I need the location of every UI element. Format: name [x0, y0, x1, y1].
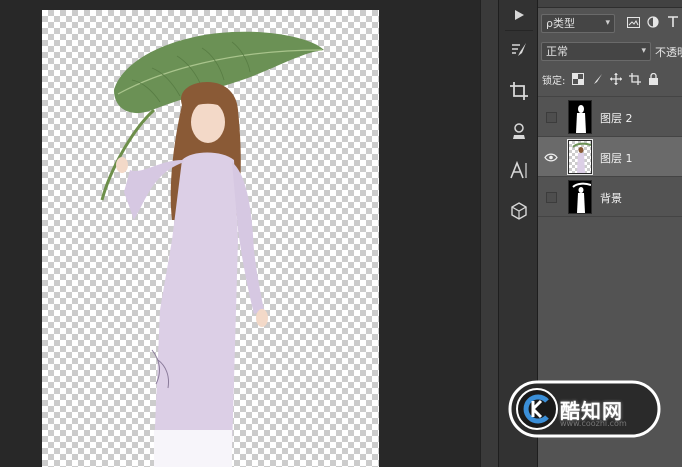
vertical-scrollbar[interactable] [480, 0, 498, 467]
canvas-workspace[interactable] [0, 0, 480, 467]
document-canvas[interactable] [42, 10, 379, 467]
lock-row: 锁定: [542, 70, 660, 88]
visibility-toggle-empty[interactable] [546, 192, 557, 203]
pixel-filter-icon[interactable] [626, 15, 640, 29]
layer-thumbnail [568, 180, 592, 214]
filter-icons [626, 15, 680, 29]
3d-cube-icon[interactable] [504, 196, 534, 226]
stamp-icon[interactable] [504, 116, 534, 146]
layer-row-layer-2[interactable]: 图层 2 [538, 96, 682, 136]
opacity-label[interactable]: 不透明 [655, 44, 682, 60]
lock-all-icon[interactable] [647, 73, 660, 86]
filter-kind-dropdown[interactable]: ρ类型 ▾ [541, 14, 615, 33]
panel-tab-bar [538, 0, 682, 8]
lock-label: 锁定: [542, 75, 566, 87]
type-filter-icon[interactable] [666, 15, 680, 29]
layer-name: 图层 2 [600, 112, 633, 125]
lock-move-icon[interactable] [609, 73, 622, 86]
layer-row-background[interactable]: 背景 [538, 176, 682, 216]
lock-transparent-icon[interactable] [571, 73, 584, 86]
artwork-woman-with-leaf [100, 31, 324, 467]
play-icon[interactable] [504, 0, 534, 30]
layer-row-layer-1[interactable]: 图层 1 [538, 136, 682, 176]
layer-name: 图层 1 [600, 152, 633, 165]
layer-name: 背景 [600, 192, 622, 205]
watermark-url: www.coozhi.com [560, 419, 627, 428]
blend-mode-label: 正常 [546, 45, 568, 58]
lock-artboard-icon[interactable] [628, 73, 641, 86]
blend-mode-dropdown[interactable]: 正常 ▾ [541, 42, 651, 61]
tool-divider [505, 30, 533, 31]
adjustment-filter-icon[interactable] [646, 15, 660, 29]
brush-settings-icon[interactable] [504, 35, 534, 65]
lock-brush-icon[interactable] [590, 73, 603, 86]
chevron-down-icon: ▾ [605, 18, 610, 28]
chevron-down-icon: ▾ [641, 46, 646, 56]
type-tool-icon[interactable] [504, 156, 534, 186]
photoshop-window: ρ类型 ▾ 正常 ▾ 不透明 锁定: [0, 0, 682, 467]
layers-list: 图层 2 图层 1 背景 [538, 96, 682, 216]
eye-icon[interactable] [542, 148, 560, 166]
visibility-toggle-empty[interactable] [546, 112, 557, 123]
crop-icon[interactable] [504, 76, 534, 106]
layer-thumbnail [567, 139, 593, 175]
layer-thumbnail [568, 100, 592, 134]
filter-kind-label: ρ类型 [546, 17, 575, 30]
